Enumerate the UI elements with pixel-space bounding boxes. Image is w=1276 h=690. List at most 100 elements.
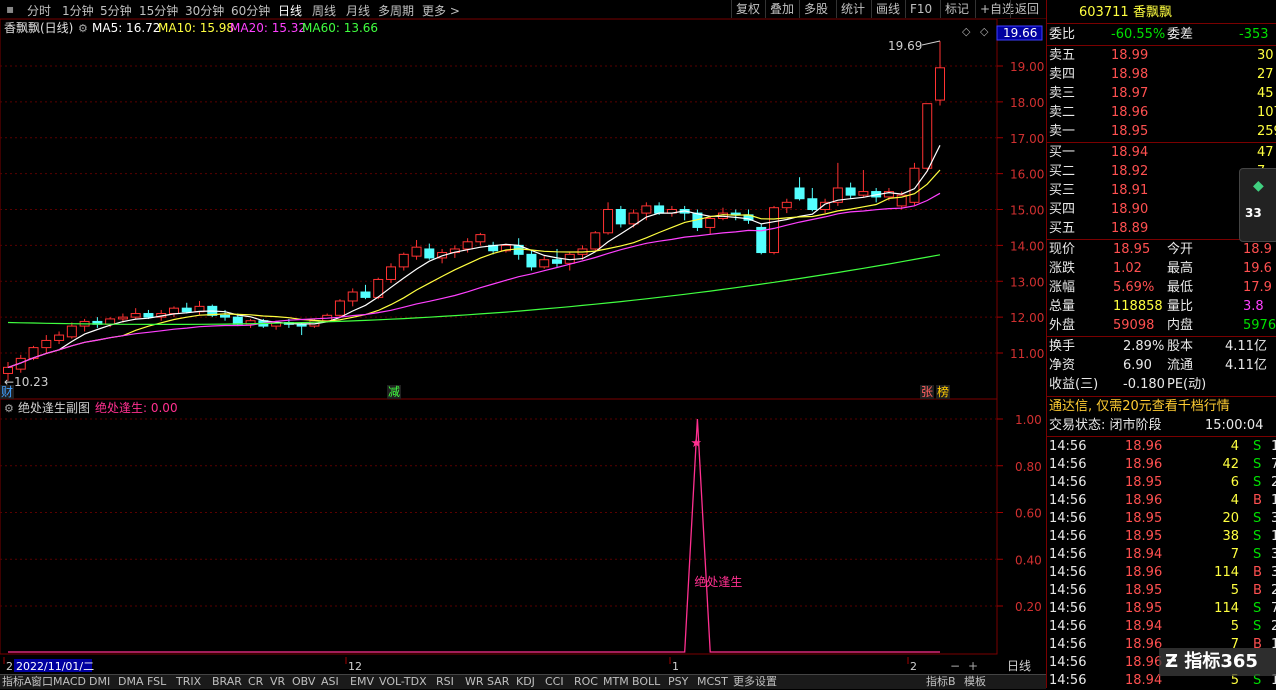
- period-tab[interactable]: 30分钟: [185, 2, 224, 19]
- tick-time: 14:56: [1049, 673, 1087, 688]
- stat-label: 今开: [1167, 242, 1194, 257]
- period-tab[interactable]: 1分钟: [62, 2, 94, 19]
- indicator-tab[interactable]: PSY: [668, 675, 688, 689]
- ask-price: 18.99: [1111, 48, 1149, 63]
- indicator-tab[interactable]: TRIX: [176, 675, 201, 689]
- indicator-tab[interactable]: OBV: [292, 675, 315, 689]
- bid-volume: 47: [1257, 145, 1274, 160]
- promo-banner: 通达信, 仅需20元查看千档行情: [1049, 399, 1230, 414]
- period-tab[interactable]: 15分钟: [139, 2, 178, 19]
- tick-volume: 4: [1230, 493, 1239, 508]
- period-tab[interactable]: 月线: [346, 2, 370, 19]
- indicator-line: [8, 418, 940, 653]
- indicator-tab[interactable]: VR: [270, 675, 285, 689]
- indicator-tab[interactable]: EMV: [350, 675, 374, 689]
- toolbar-button[interactable]: 统计: [836, 0, 869, 18]
- toolbar-button[interactable]: 标记: [940, 0, 973, 18]
- candle-body: [539, 259, 550, 268]
- indicator-tab[interactable]: BOLL: [632, 675, 660, 689]
- tick-price: 18.94: [1125, 547, 1163, 562]
- period-tab[interactable]: 多周期: [378, 2, 414, 19]
- period-tab[interactable]: 分时: [27, 2, 51, 19]
- indicator-tab[interactable]: SAR: [487, 675, 509, 689]
- event-marker: 榜: [937, 384, 949, 399]
- stat-value: 18.95: [1113, 242, 1151, 257]
- indicator-tab[interactable]: 更多: [733, 675, 755, 689]
- trade-status: 交易状态: 闭市阶段: [1049, 418, 1162, 433]
- indicator-tab[interactable]: FSL: [147, 675, 166, 689]
- indicator-tab[interactable]: CR: [248, 675, 263, 689]
- tick-direction: S: [1253, 439, 1262, 454]
- toolbar-button[interactable]: F10: [905, 0, 936, 18]
- indicator-tab[interactable]: CCI: [545, 675, 564, 689]
- indicator-tab[interactable]: WR: [465, 675, 484, 689]
- indicator-tab[interactable]: 设置: [755, 675, 777, 689]
- tick-count: 1: [1271, 493, 1276, 508]
- kline-chart[interactable]: 19.00 18.00 17.00 16.00 15.00 14.00 13.00 12.00…: [0, 19, 1046, 674]
- indicator-tab[interactable]: 指标A: [2, 675, 32, 689]
- period-tab[interactable]: 周线: [312, 2, 336, 19]
- quote-row: 14:56 18.96 4 B 1: [1047, 492, 1276, 510]
- window-icon[interactable]: ▪: [6, 2, 14, 16]
- candle-body: [424, 248, 435, 259]
- toolbar-button[interactable]: 返回: [1010, 0, 1043, 18]
- tick-time: 14:56: [1049, 583, 1087, 598]
- indicator-b-tab[interactable]: 指标B: [926, 675, 956, 689]
- stat-value: 19.6: [1243, 261, 1272, 276]
- indicator-tab[interactable]: DMA: [118, 675, 144, 689]
- candle-body: [130, 313, 141, 318]
- period-tab[interactable]: 更多 >: [422, 2, 460, 19]
- event-marker: 张: [921, 385, 933, 399]
- quote-row: 14:56 18.95 20 S 3: [1047, 510, 1276, 528]
- quote-row: 卖二 18.96 107: [1047, 104, 1276, 122]
- tick-direction: B: [1253, 493, 1262, 508]
- indicator-tab[interactable]: DMI: [89, 675, 110, 689]
- indicator-tab[interactable]: KDJ: [516, 675, 535, 689]
- divider: [1047, 336, 1276, 337]
- toolbar-button[interactable]: 画线: [871, 0, 904, 18]
- indicator-tab[interactable]: BRAR: [212, 675, 242, 689]
- indicator-tab[interactable]: RSI: [436, 675, 454, 689]
- tick-time: 14:56: [1049, 457, 1087, 472]
- tick-price: 18.94: [1125, 673, 1163, 688]
- candle-body: [641, 205, 652, 214]
- tick-price: 18.96: [1125, 457, 1163, 472]
- tick-count: 3: [1271, 511, 1276, 526]
- stat-label: 外盘: [1049, 318, 1076, 333]
- toolbar-button[interactable]: 叠加: [765, 0, 798, 18]
- template-tab[interactable]: 模板: [964, 675, 986, 689]
- indicator-tab[interactable]: ROC: [574, 675, 598, 689]
- ask-volume: 45: [1257, 86, 1274, 101]
- event-marker: 减: [388, 385, 400, 399]
- period-tab[interactable]: 5分钟: [100, 2, 132, 19]
- stat-label: 收益(三): [1049, 377, 1099, 392]
- indicator-tab[interactable]: VOL-TDX: [379, 675, 427, 689]
- tick-volume: 5: [1230, 583, 1239, 598]
- stat-label: 涨跌: [1049, 261, 1076, 276]
- indicator-tab[interactable]: MACD: [53, 675, 86, 689]
- quote-row: 14:56 18.94 7 S 3: [1047, 546, 1276, 564]
- period-tab[interactable]: 60分钟: [231, 2, 270, 19]
- indicator-tab[interactable]: MCST: [697, 675, 728, 689]
- indicator-tab[interactable]: MTM: [603, 675, 629, 689]
- candle-body: [922, 103, 933, 169]
- toolbar-button[interactable]: 复权: [731, 0, 764, 18]
- candle-body: [411, 246, 422, 257]
- ma-line: [7, 169, 941, 368]
- quote-row: 卖四 18.98 27: [1047, 66, 1276, 84]
- stat-value: 17.9: [1243, 280, 1272, 295]
- quote-row: 卖一 18.95 259: [1047, 123, 1276, 141]
- period-tab[interactable]: 日线: [278, 2, 302, 19]
- high-annotation: 19.69: [888, 39, 922, 53]
- tick-count: 7: [1271, 457, 1276, 472]
- tick-volume: 6: [1230, 475, 1239, 490]
- quote-row: 14:56 18.94 5 S 2: [1047, 618, 1276, 636]
- candle-body: [781, 201, 792, 209]
- indicator-tab[interactable]: ASI: [321, 675, 339, 689]
- indicator-tab[interactable]: 窗口: [31, 675, 53, 689]
- bid-label: 买一: [1049, 145, 1076, 160]
- toolbar-button[interactable]: 多股: [799, 0, 832, 18]
- ma-label: MA60: 13.66: [302, 21, 378, 35]
- stat-label: 涨幅: [1049, 280, 1076, 295]
- candle-body: [615, 209, 626, 225]
